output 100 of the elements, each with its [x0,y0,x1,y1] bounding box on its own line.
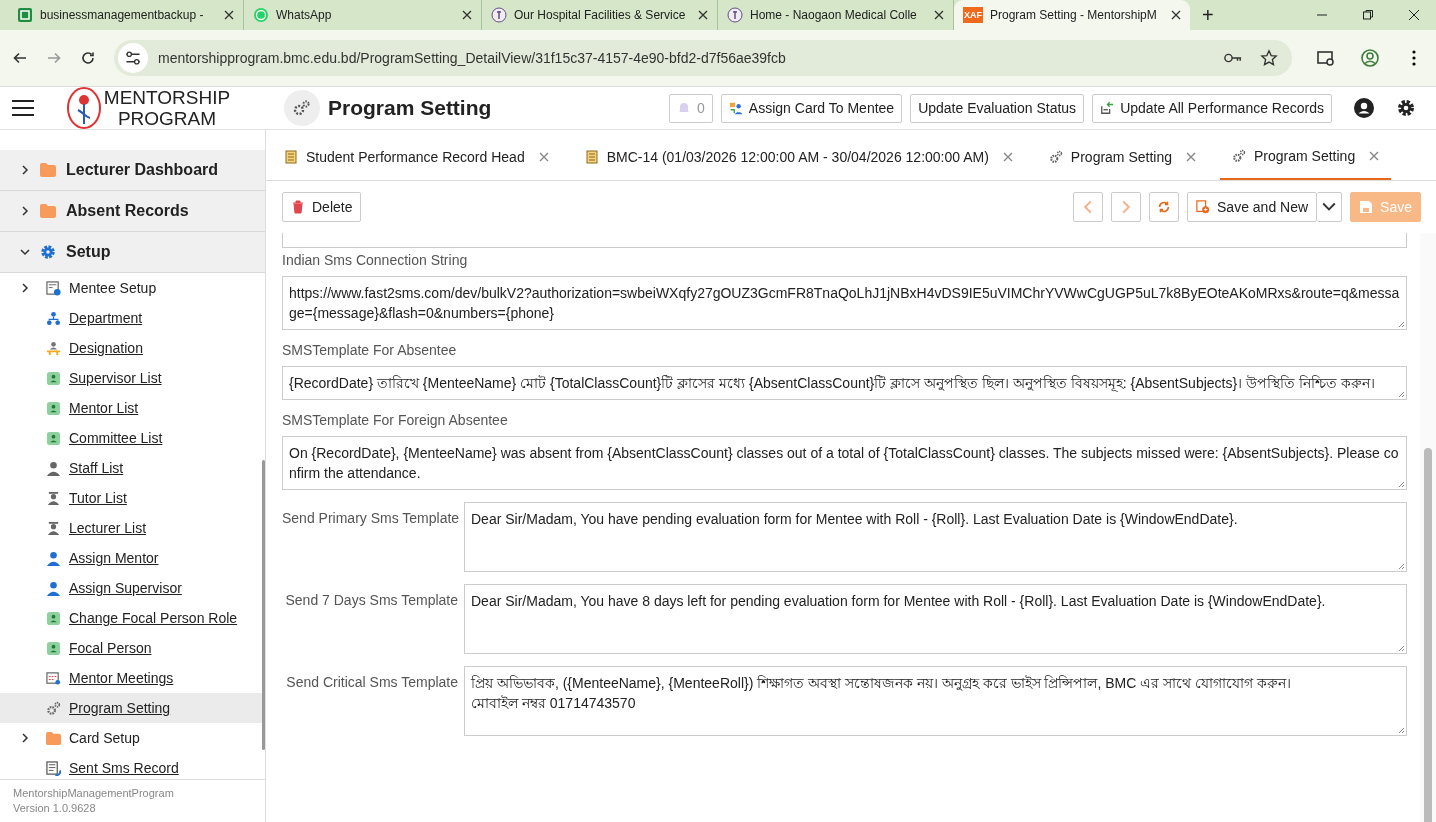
document-icon [584,150,599,164]
star-icon[interactable] [1260,49,1278,67]
nav-item[interactable]: Supervisor List [0,363,265,393]
text-area[interactable]: https://www.fast2sms.com/dev/bulkV2?authorization=swbeiWXqfy27gOUZ3GcmFR8TnaQoLhJ1jNBxH4vDS9IE5uVIMChrYVWwCgUGP5uL7k8ByEOteAKoMRxs&route=q&message={message}&flash=0&numbers={phone} [282,276,1407,330]
refresh-icon [1157,200,1171,214]
settings-icon[interactable] [1396,98,1416,118]
nav-item[interactable]: Mentor List [0,393,265,423]
new-tab-button[interactable]: + [1190,0,1226,30]
version-text: Version 1.0.9628 [13,801,97,816]
app-name: MentorshipManagementProgram [13,786,175,801]
field-label: Send Critical Sms Template [285,673,458,692]
browser-tab[interactable]: XAF Program Setting - MentorshipM [954,0,1190,30]
person-icon [46,550,61,566]
media-icon[interactable] [1316,48,1336,68]
nav-item[interactable]: Tutor List [0,483,265,513]
close-icon[interactable] [934,10,944,20]
save-new-icon [1196,200,1210,214]
gears-icon [1232,149,1246,163]
person-badge-icon [46,640,61,656]
nav-item[interactable]: Change Focal Person Role [0,603,265,633]
trash-icon [291,200,305,214]
user-icon[interactable] [1354,98,1374,118]
nav-item[interactable]: Assign Mentor [0,543,265,573]
view-tab[interactable]: Program Setting [1036,134,1208,180]
dropdown-button[interactable] [1317,192,1343,222]
resize-grip-icon[interactable] [1397,644,1405,652]
field-label: Send 7 Days Sms Template [284,591,458,610]
chevron-icon [20,247,30,257]
teacher-icon [46,520,61,536]
brand-name: PROGRAM [117,108,217,129]
close-icon[interactable] [1408,9,1420,21]
nav-item[interactable]: Committee List [0,423,265,453]
refresh-button[interactable] [1149,192,1179,222]
field-label: SMSTemplate For Absentee [282,342,458,358]
app-favicon: XAF [963,7,983,23]
text-area[interactable]: প্রিয় অভিভাবক, ({MenteeName}, {MenteeRoll}) শিক্ষাগত অবস্থা সন্তোষজনক নয়। অনুগ্রহ করে ভাইস প্রিন্সিপাল, BMC এর সাথে যোগাযোগ করুন। মোবাইল নম্বর 01714743570 [464,666,1407,736]
resize-grip-icon[interactable] [1397,390,1405,398]
view-tab[interactable]: Student Performance Record Head [272,134,561,180]
resize-grip-icon[interactable] [1397,562,1405,570]
close-icon[interactable] [698,10,708,20]
nav-item[interactable]: Staff List [0,453,265,483]
sheet-icon [17,7,33,23]
nav-group[interactable]: Lecturer Dashboard [0,150,265,191]
nav-item[interactable]: Department [0,303,265,333]
text-area[interactable]: Dear Sir/Madam, You have pending evaluation form for Mentee with Roll - {Roll}. Last Evaluation Date is {WindowEndDate}. [464,502,1407,572]
text-area[interactable]: On {RecordDate}, {MenteeName} was absent from {AbsentClassCount} classes out of a total of {TotalClassCount} classes. The subjects missed were: {AbsentSubjects}. Please confirm the attendance. [282,436,1407,490]
gears-icon [46,700,61,716]
save-and-new-button[interactable]: Save and New [1187,192,1318,222]
document-icon [284,150,298,164]
view-tab[interactable]: Program Setting [1220,134,1392,180]
profile-icon[interactable] [1360,48,1380,68]
nav-item[interactable]: Sent Sms Record [0,753,265,779]
header-button[interactable]: Update All Performance Records [1092,93,1332,123]
document-icon [46,760,61,776]
nav-item[interactable]: Program Setting [0,693,265,723]
nav-item[interactable]: Card Setup [0,723,265,753]
update-icon [1100,101,1115,115]
calendar-icon [46,670,61,686]
field-label: Indian Sms Connection String [282,252,469,268]
resize-grip-icon[interactable] [1397,726,1405,734]
forward-icon[interactable] [46,50,62,66]
address-bar[interactable]: mentorshipprogram.bmc.edu.bd/ProgramSetting_DetailView/31f15c37-4157-4e90-bfd2-d7f56ae39fcb [114,40,1292,76]
scrollbar[interactable] [262,460,265,750]
chevron-icon [20,283,30,293]
text-area[interactable]: {RecordDate} তারিখে {MenteeName} মোট {TotalClassCount}টি ক্লাসের মধ্যে {AbsentClassCount}টি ক্লাসে অনুপস্থিত ছিল। অনুপস্থিত বিষয়সমূহ: {AbsentSubjects}। উপস্থিতি নিশ্চিত করুন। [282,366,1407,400]
menu-icon[interactable] [12,99,34,117]
scrollbar[interactable] [1424,448,1432,822]
header-button[interactable]: Update Evaluation Status [910,93,1085,123]
page-title: Program Setting [328,96,492,120]
gears-icon [284,90,320,126]
nav-item[interactable]: Focal Person [0,633,265,663]
close-icon[interactable] [1171,10,1181,20]
person-badge-icon [46,400,61,416]
site-settings-icon[interactable] [118,43,148,73]
person-badge-icon [46,610,61,626]
close-icon[interactable] [224,10,234,20]
person-icon [46,460,61,476]
nav-item[interactable]: Mentee Setup [0,273,265,303]
gears-icon [1048,150,1063,164]
person-icon [46,580,61,596]
header-button[interactable]: Assign Card To Mentee [720,93,903,123]
resize-grip-icon[interactable] [1397,480,1405,488]
nav-group[interactable]: Setup [0,232,265,273]
chat-icon [253,7,269,23]
brand-name: MENTORSHIP [103,87,231,108]
text-area[interactable]: Dear Sir/Madam, You have 8 days left for pending evaluation form for Mentee with Roll - {Roll}. Last Evaluation Date is {WindowEndDate}. [464,584,1407,654]
close-icon[interactable] [462,10,472,20]
resize-grip-icon[interactable] [1397,320,1405,328]
folder-icon [40,162,56,178]
reload-icon[interactable] [80,50,96,66]
nav-item[interactable]: Mentor Meetings [0,663,265,693]
nav-item[interactable]: Assign Supervisor [0,573,265,603]
delete-button[interactable]: Delete [282,192,362,222]
view-tab[interactable]: BMC-14 (01/03/2026 12:00:00 AM - 30/04/2026 12:00:00 AM) [572,134,1025,180]
nav-item[interactable]: Lecturer List [0,513,265,543]
nav-item[interactable]: Designation [0,333,265,363]
back-icon[interactable] [12,50,28,66]
restore-icon[interactable] [1362,9,1374,21]
chevron-icon [20,733,30,743]
nav-group[interactable]: Absent Records [0,191,265,232]
